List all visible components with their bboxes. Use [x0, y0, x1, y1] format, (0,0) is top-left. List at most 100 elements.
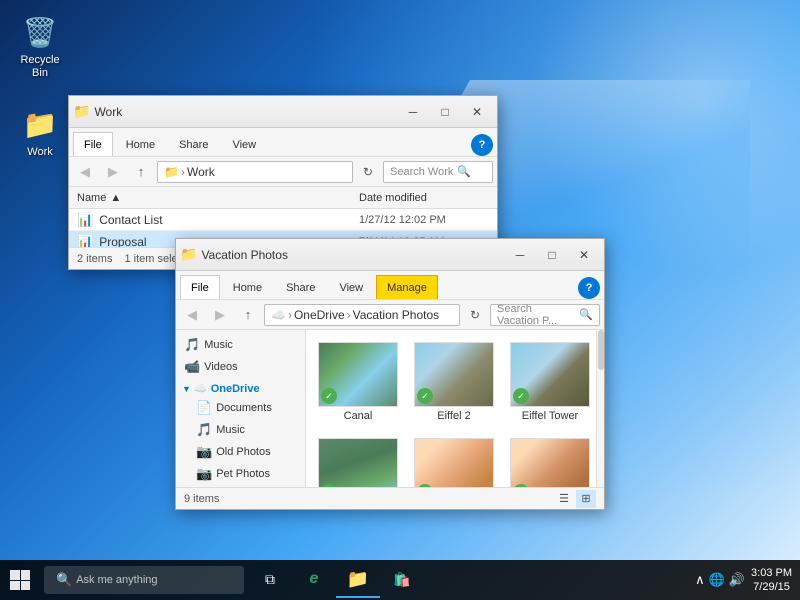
work-tab-view[interactable]: View [221, 132, 267, 156]
work-help-button[interactable]: ? [471, 134, 493, 156]
thumb-lozere[interactable]: ✓ Lozere [314, 434, 402, 487]
sidebar-item-pet-photos[interactable]: 📷 Pet Photos [176, 463, 305, 485]
work-address-bar: ◀ ▶ ↑ 📁 › Work ↻ Search Work 🔍 [69, 157, 497, 187]
vacation-tab-view[interactable]: View [328, 275, 374, 299]
onedrive-expand-icon: ▼ [182, 384, 191, 394]
work-status-selected: 1 item sele [124, 253, 177, 265]
lozere-check: ✓ [321, 484, 337, 487]
vacation-scrollbar[interactable] [596, 330, 604, 487]
vacation-up-button[interactable]: ↑ [236, 303, 260, 327]
vacation-search-box[interactable]: Search Vacation P... 🔍 [490, 304, 600, 326]
work-tab-share[interactable]: Share [168, 132, 219, 156]
work-refresh-button[interactable]: ↻ [357, 161, 379, 183]
vacation-window-controls: ─ □ ✕ [504, 240, 600, 270]
eiffel-tower-label: Eiffel Tower [522, 410, 578, 422]
vacation-title-icon: 📁 [180, 246, 197, 263]
tray-network-icon[interactable]: 🌐 [709, 572, 725, 588]
work-forward-button[interactable]: ▶ [101, 160, 125, 184]
work-tab-file[interactable]: File [73, 132, 113, 156]
sidebar-documents-label: Documents [216, 402, 272, 414]
work-title-icon: 📁 [73, 103, 90, 120]
vacation-address-bar: ◀ ▶ ↑ ☁️ › OneDrive › Vacation Photos ↻ … [176, 300, 604, 330]
taskbar-app-explorer[interactable]: 📁 [336, 562, 380, 598]
taskbar-search-icon: 🔍 [56, 572, 72, 588]
desktop-icon-recycle-bin[interactable]: 🗑️ Recycle Bin [8, 8, 72, 84]
work-path-work: Work [187, 165, 215, 179]
vacation-search-icon: 🔍 [579, 308, 593, 321]
vacation-close-button[interactable]: ✕ [568, 240, 600, 270]
work-file-row-contact-list[interactable]: 📊 Contact List 1/27/12 12:02 PM [69, 209, 497, 231]
canal-image: ✓ [318, 342, 398, 407]
eiffel2-label: Eiffel 2 [437, 410, 470, 422]
work-maximize-button[interactable]: □ [429, 97, 461, 127]
view-details-button[interactable]: ☰ [554, 490, 574, 508]
work-col-name[interactable]: Name ▲ [77, 192, 359, 204]
me-check: ✓ [417, 484, 433, 487]
vacation-minimize-button[interactable]: ─ [504, 240, 536, 270]
sidebar-item-music[interactable]: 🎵 Music [176, 334, 305, 356]
vacation-thumb-grid: ✓ Canal ✓ Eiffel 2 ✓ Eiffel [306, 330, 596, 487]
sidebar-onedrive-header[interactable]: ▼ ☁️ OneDrive [176, 378, 305, 397]
desktop: 🗑️ Recycle Bin 📁 Work 📁 Work ─ □ ✕ File … [0, 0, 800, 600]
taskbar-search[interactable]: 🔍 Ask me anything [44, 566, 244, 594]
thumb-canal[interactable]: ✓ Canal [314, 338, 402, 426]
vacation-address-path[interactable]: ☁️ › OneDrive › Vacation Photos [264, 304, 460, 326]
sidebar-item-documents[interactable]: 📄 Documents [176, 397, 305, 419]
tray-chevron-icon[interactable]: ∧ [695, 572, 705, 588]
vacation-file-area: ✓ Canal ✓ Eiffel 2 ✓ Eiffel [306, 330, 596, 487]
start-button[interactable] [0, 560, 40, 600]
vacation-maximize-button[interactable]: □ [536, 240, 568, 270]
vacation-forward-button[interactable]: ▶ [208, 303, 232, 327]
work-back-button[interactable]: ◀ [73, 160, 97, 184]
thumb-mike[interactable]: ✓ Mike [506, 434, 594, 487]
sidebar-old-photos-label: Old Photos [216, 446, 270, 458]
view-thumb-button[interactable]: ⊞ [576, 490, 596, 508]
work-ribbon: File Home Share View ? [69, 128, 497, 157]
eiffel-tower-image: ✓ [510, 342, 590, 407]
work-address-path[interactable]: 📁 › Work [157, 161, 353, 183]
taskbar-app-taskview[interactable]: ⧉ [248, 562, 292, 598]
taskbar-clock[interactable]: 3:03 PM 7/29/15 [751, 566, 792, 595]
work-tab-home[interactable]: Home [115, 132, 166, 156]
vacation-path-onedrive: OneDrive [294, 308, 345, 322]
work-col-date: Date modified [359, 192, 489, 204]
work-folder-icon: 📁 [20, 104, 60, 144]
vacation-tab-manage[interactable]: Manage [376, 275, 438, 299]
vacation-tab-file[interactable]: File [180, 275, 220, 299]
canal-check: ✓ [321, 388, 337, 404]
taskbar-app-edge[interactable]: e [292, 562, 336, 598]
sidebar-item-old-photos[interactable]: 📷 Old Photos [176, 441, 305, 463]
work-folder-label: Work [27, 146, 52, 159]
music2-icon: 🎵 [196, 422, 212, 438]
tray-volume-icon[interactable]: 🔊 [729, 572, 745, 588]
work-close-button[interactable]: ✕ [461, 97, 493, 127]
thumb-me[interactable]: ✓ Me [410, 434, 498, 487]
contact-list-name: Contact List [99, 213, 359, 227]
vacation-tab-home[interactable]: Home [222, 275, 273, 299]
mike-check: ✓ [513, 484, 529, 487]
tray-icons: ∧ 🌐 🔊 [695, 572, 745, 588]
sidebar-item-music2[interactable]: 🎵 Music [176, 419, 305, 441]
thumb-eiffel2[interactable]: ✓ Eiffel 2 [410, 338, 498, 426]
work-up-button[interactable]: ↑ [129, 160, 153, 184]
pet-photos-icon: 📷 [196, 466, 212, 482]
work-search-box[interactable]: Search Work 🔍 [383, 161, 493, 183]
vacation-refresh-button[interactable]: ↻ [464, 304, 486, 326]
clock-time: 3:03 PM [751, 566, 792, 580]
work-titlebar[interactable]: 📁 Work ─ □ ✕ [69, 96, 497, 128]
vacation-tab-share[interactable]: Share [275, 275, 326, 299]
vacation-titlebar[interactable]: 📁 Vacation Photos ─ □ ✕ [176, 239, 604, 271]
recycle-bin-icon: 🗑️ [20, 12, 60, 52]
me-image: ✓ [414, 438, 494, 487]
old-photos-icon: 📷 [196, 444, 212, 460]
vacation-path-folder: Vacation Photos [353, 308, 440, 322]
thumb-eiffel-tower[interactable]: ✓ Eiffel Tower [506, 338, 594, 426]
mike-image: ✓ [510, 438, 590, 487]
work-minimize-button[interactable]: ─ [397, 97, 429, 127]
desktop-icon-work[interactable]: 📁 Work [8, 100, 72, 163]
vacation-back-button[interactable]: ◀ [180, 303, 204, 327]
taskbar-app-store[interactable]: 🛍️ [380, 562, 424, 598]
vacation-help-button[interactable]: ? [578, 277, 600, 299]
onedrive-icon: ☁️ [194, 382, 208, 395]
sidebar-item-videos[interactable]: 📹 Videos [176, 356, 305, 378]
